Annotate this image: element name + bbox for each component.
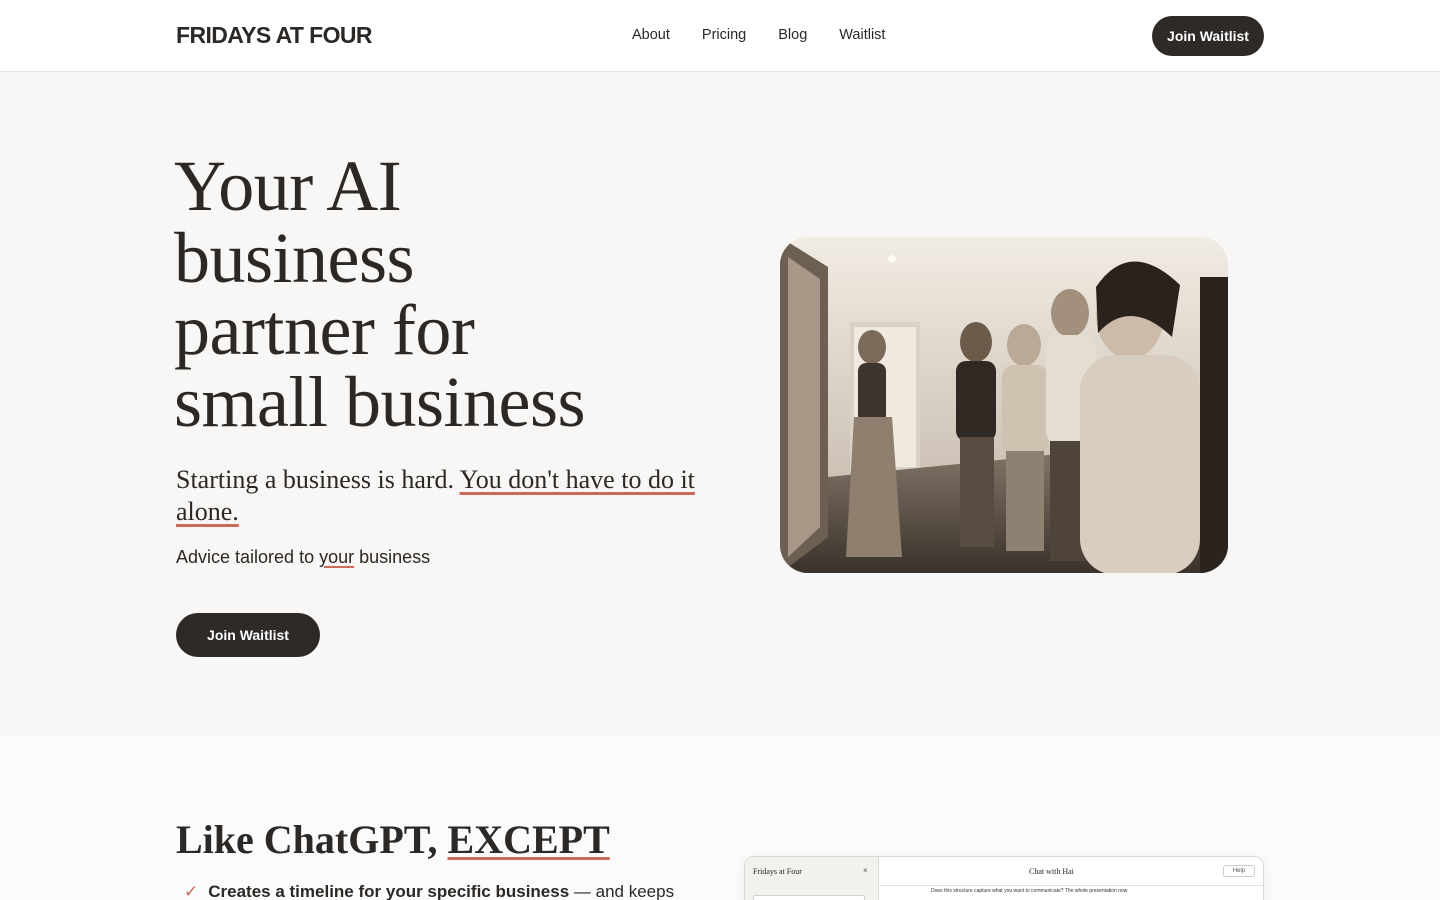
hero-title: Your AI business partner for small busin… bbox=[174, 150, 734, 438]
checkmark-icon: ✓ bbox=[184, 882, 199, 900]
app-preview-chat-message: Does this structure capture what you wan… bbox=[931, 888, 1128, 894]
features-title: Like ChatGPT, EXCEPT bbox=[176, 816, 610, 863]
hero-note-post: business bbox=[354, 547, 431, 567]
app-preview-sidebar: Fridays at Four × bbox=[745, 857, 879, 900]
hero-subtitle: Starting a business is hard. You don't h… bbox=[176, 464, 706, 528]
feature-item: ✓ Creates a timeline for your specific bu… bbox=[184, 882, 724, 900]
main-nav: About Pricing Blog Waitlist bbox=[632, 27, 885, 43]
features-title-plain: Like ChatGPT, bbox=[176, 817, 448, 862]
hero-photo-illustration bbox=[780, 237, 1228, 573]
app-preview-help-button: Help bbox=[1223, 865, 1255, 877]
hero-photo bbox=[780, 237, 1228, 573]
nav-link-waitlist[interactable]: Waitlist bbox=[839, 27, 885, 43]
site-header: FRIDAYS AT FOUR About Pricing Blog Waitl… bbox=[0, 0, 1440, 72]
hero-note-pre: Advice tailored to bbox=[176, 547, 320, 567]
app-preview-brand: Fridays at Four bbox=[753, 867, 802, 876]
nav-link-blog[interactable]: Blog bbox=[778, 27, 807, 43]
hero-title-line: small business bbox=[174, 362, 586, 442]
nav-link-pricing[interactable]: Pricing bbox=[702, 27, 746, 43]
app-preview-window: Fridays at Four × Chat with Hai Help Doe… bbox=[744, 856, 1264, 900]
hero-note-emphasis: your bbox=[319, 547, 355, 567]
divider bbox=[879, 885, 1263, 886]
close-icon: × bbox=[863, 866, 868, 875]
app-preview-chat-title: Chat with Hai bbox=[1029, 867, 1074, 876]
nav-link-about[interactable]: About bbox=[632, 27, 670, 43]
feature-item-bold: Creates a timeline for your specific bus… bbox=[208, 882, 570, 900]
hero-title-line: Your AI bbox=[174, 146, 402, 226]
feature-item-rest: — and keeps bbox=[569, 882, 675, 900]
hero-title-line: partner for bbox=[174, 290, 475, 370]
hero-subtitle-plain: Starting a business is hard. bbox=[176, 465, 460, 494]
features-title-emphasis: EXCEPT bbox=[447, 817, 610, 862]
hero-note: Advice tailored to your business bbox=[176, 547, 430, 568]
header-join-waitlist-button[interactable]: Join Waitlist bbox=[1152, 16, 1264, 56]
hero-join-waitlist-button[interactable]: Join Waitlist bbox=[176, 613, 320, 657]
hero-title-line: business bbox=[174, 218, 415, 298]
brand-logo[interactable]: FRIDAYS AT FOUR bbox=[176, 22, 372, 49]
app-preview-sidebar-item bbox=[753, 895, 865, 900]
